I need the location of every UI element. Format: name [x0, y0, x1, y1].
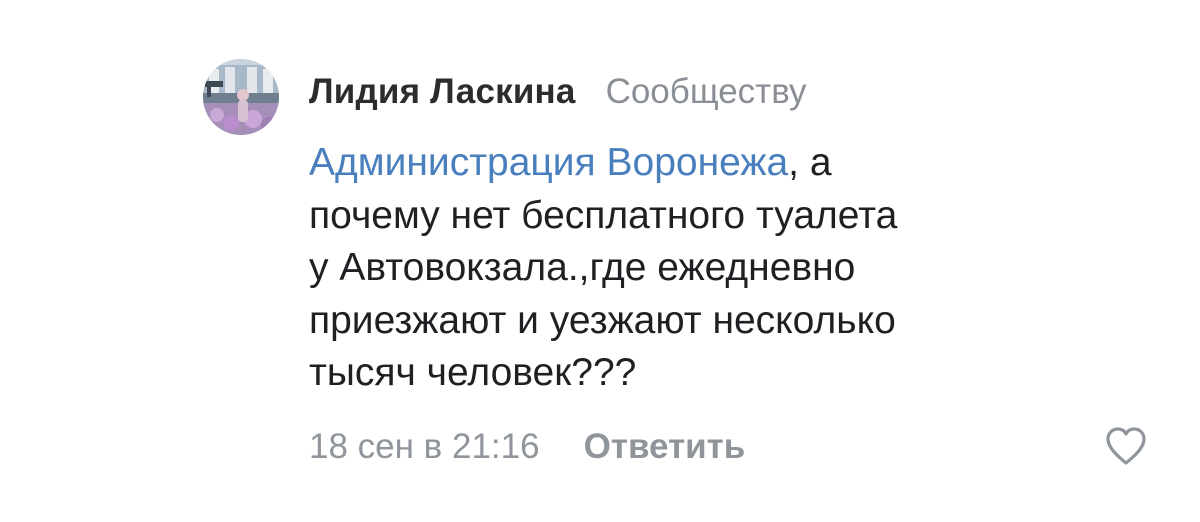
comment-timestamp[interactable]: 18 сен в 21:16 [309, 427, 540, 467]
comment-header: Лидия Ласкина Сообществу [309, 72, 807, 120]
avatar[interactable] [203, 59, 279, 135]
mention-link[interactable]: Администрация Воронежа [309, 141, 788, 184]
comment-text-line-2: почему нет бесплатного туалета [309, 193, 898, 237]
comment-text: Администрация Воронежа, а почему нет бесп… [309, 137, 1069, 400]
comment-text-line-1: , а [788, 141, 832, 184]
comment-text-line-3: у Автовокзала.,где ежедневно [309, 246, 856, 289]
avatar-photo-icon [203, 59, 279, 135]
comment-text-line-5: тысяч человек??? [309, 351, 637, 394]
comment-text-line-4: приезжают и уезжают несколько [309, 298, 896, 342]
like-button[interactable] [1104, 425, 1148, 467]
reply-button[interactable]: Ответить [584, 427, 746, 467]
recipient-label[interactable]: Сообществу [606, 72, 807, 112]
comment-footer: 18 сен в 21:16 Ответить [309, 424, 745, 470]
comment: Лидия Ласкина Сообществу Администрация В… [0, 0, 1200, 522]
heart-outline-icon [1106, 427, 1146, 465]
author-name[interactable]: Лидия Ласкина [309, 72, 576, 112]
